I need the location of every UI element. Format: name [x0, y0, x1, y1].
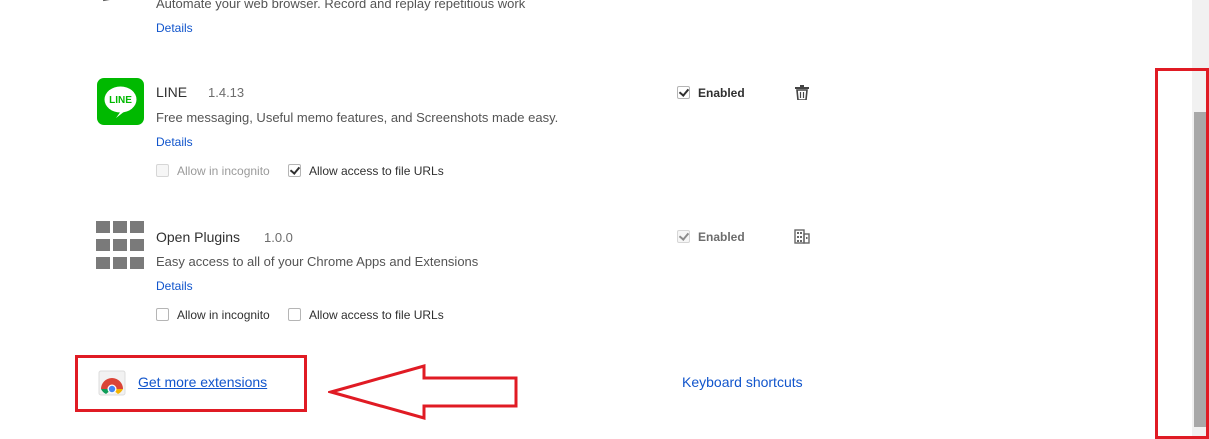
extension-version: 1.0.0	[264, 230, 293, 245]
enabled-checkbox[interactable]	[677, 230, 690, 243]
allow-incognito-label: Allow in incognito	[177, 164, 270, 178]
extension-name: LINE	[156, 84, 188, 100]
allow-file-urls-checkbox[interactable]	[288, 164, 301, 177]
allow-file-urls-label: Allow access to file URLs	[309, 164, 444, 178]
enabled-checkbox[interactable]	[677, 86, 690, 99]
allow-file-urls-label: Allow access to file URLs	[309, 308, 444, 322]
extension-version: 1.4.13	[208, 85, 245, 100]
allow-incognito-label: Allow in incognito	[177, 308, 270, 322]
trash-icon[interactable]	[795, 85, 809, 101]
extension-description: Automate your web browser. Record and re…	[156, 0, 526, 11]
line-app-icon: LINE	[97, 78, 144, 125]
enabled-label: Enabled	[698, 230, 745, 244]
extension-name: Open Plugins	[156, 229, 241, 245]
enabled-label: Enabled	[698, 86, 745, 100]
open-plugins-grid-icon	[96, 221, 146, 269]
extension-icon-top	[98, 0, 140, 6]
allow-incognito-checkbox[interactable]	[156, 164, 169, 177]
allow-incognito-checkbox[interactable]	[156, 308, 169, 321]
annotation-arrow-icon	[325, 364, 520, 420]
allow-file-urls-checkbox[interactable]	[288, 308, 301, 321]
annotation-box-scrollbar	[1155, 68, 1209, 439]
extension-description: Easy access to all of your Chrome Apps a…	[156, 254, 479, 269]
annotation-box-get-more	[75, 355, 307, 412]
extension-description: Free messaging, Useful memo features, an…	[156, 110, 559, 125]
policy-building-icon	[794, 229, 810, 244]
keyboard-shortcuts-link[interactable]: Keyboard shortcuts	[682, 374, 803, 390]
line-icon-text: LINE	[109, 95, 132, 106]
details-link[interactable]: Details	[156, 21, 193, 35]
details-link[interactable]: Details	[156, 135, 193, 149]
details-link[interactable]: Details	[156, 279, 193, 293]
